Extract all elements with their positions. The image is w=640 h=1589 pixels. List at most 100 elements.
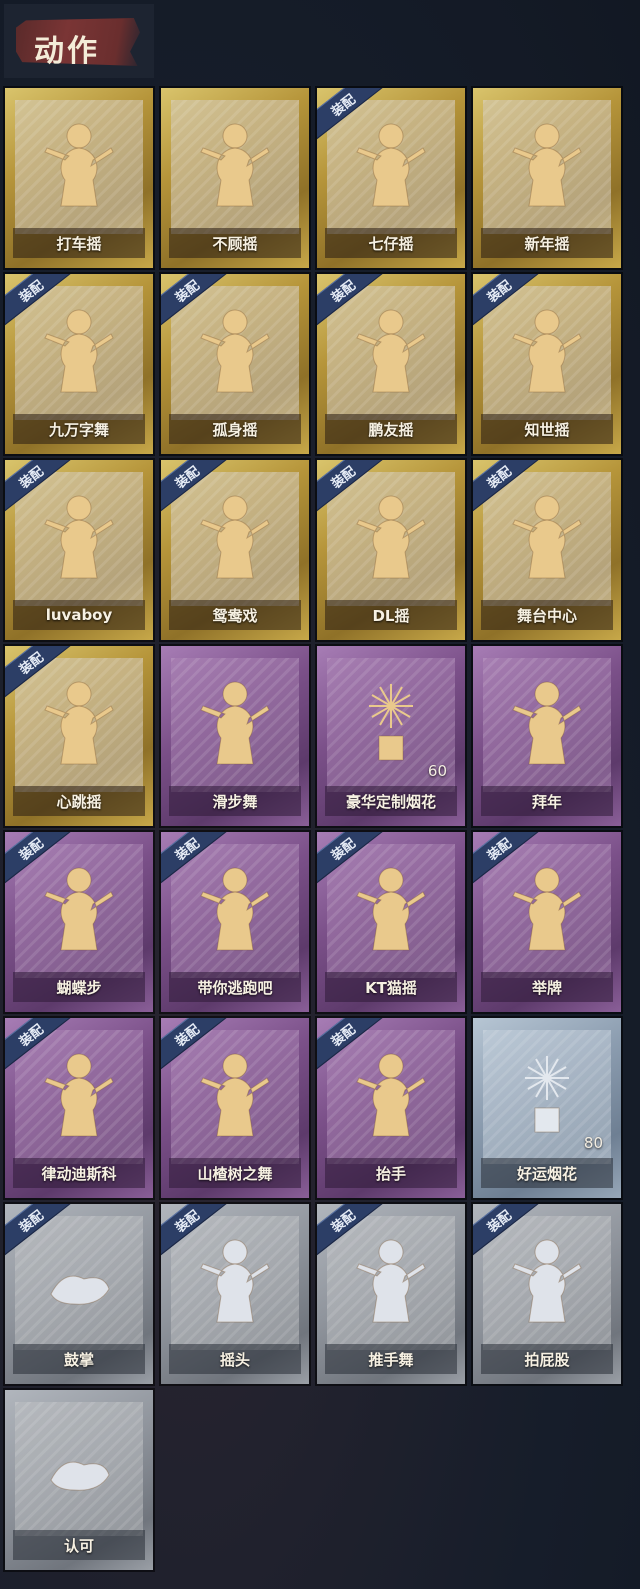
dance-pose-icon bbox=[44, 123, 114, 207]
emote-card[interactable]: 鹏友摇 装配 bbox=[317, 274, 465, 454]
emote-card[interactable]: 推手舞 装配 bbox=[317, 1204, 465, 1384]
label-bar: 七仔摇 bbox=[325, 228, 457, 258]
emote-card[interactable]: 山楂树之舞 装配 bbox=[161, 1018, 309, 1198]
dance-pose-icon bbox=[44, 495, 114, 579]
clap-icon bbox=[50, 1275, 110, 1305]
label-bar: 认可 bbox=[13, 1530, 145, 1560]
label-bar: luvaboy bbox=[13, 600, 145, 630]
emote-label: 拜年 bbox=[531, 792, 562, 811]
emote-label: 抬手 bbox=[375, 1164, 406, 1183]
label-bar: 心跳摇 bbox=[13, 786, 145, 816]
emote-label: 鼓掌 bbox=[63, 1350, 94, 1369]
emote-label: 打车摇 bbox=[56, 234, 102, 253]
emote-card[interactable]: 带你逃跑吧 装配 bbox=[161, 832, 309, 1012]
emote-label: 七仔摇 bbox=[368, 234, 414, 253]
emote-card[interactable]: 蝴蝶步 装配 bbox=[5, 832, 153, 1012]
dance-pose-icon bbox=[44, 681, 114, 765]
label-bar: 鸳鸯戏 bbox=[169, 600, 301, 630]
emote-card[interactable]: 摇头 装配 bbox=[161, 1204, 309, 1384]
emote-label: 拍屁股 bbox=[524, 1350, 570, 1369]
label-bar: 滑步舞 bbox=[169, 786, 301, 816]
thumbs-up-icon bbox=[50, 1461, 110, 1491]
dance-pose-icon bbox=[512, 123, 582, 207]
label-bar: 蝴蝶步 bbox=[13, 972, 145, 1002]
emote-label: 孤身摇 bbox=[212, 420, 258, 439]
emote-label: 摇头 bbox=[219, 1350, 250, 1369]
label-bar: 山楂树之舞 bbox=[169, 1158, 301, 1188]
emote-card[interactable]: KT猫摇 装配 bbox=[317, 832, 465, 1012]
emote-card[interactable]: 认可 bbox=[5, 1390, 153, 1570]
emote-card[interactable]: luvaboy 装配 bbox=[5, 460, 153, 640]
firework-box-icon bbox=[369, 684, 413, 761]
dance-pose-icon bbox=[200, 681, 270, 765]
emote-card[interactable]: 鼓掌 装配 bbox=[5, 1204, 153, 1384]
label-bar: 带你逃跑吧 bbox=[169, 972, 301, 1002]
emote-card[interactable]: 拍屁股 装配 bbox=[473, 1204, 621, 1384]
label-bar: 知世摇 bbox=[481, 414, 613, 444]
emote-card[interactable]: 心跳摇 装配 bbox=[5, 646, 153, 826]
emote-card[interactable]: 新年摇 bbox=[473, 88, 621, 268]
dance-pose-icon bbox=[512, 495, 582, 579]
emote-card[interactable]: 60 豪华定制烟花 bbox=[317, 646, 465, 826]
emote-label: 鹏友摇 bbox=[368, 420, 414, 439]
dance-pose-icon bbox=[200, 495, 270, 579]
label-bar: 推手舞 bbox=[325, 1344, 457, 1374]
dance-pose-icon bbox=[356, 867, 426, 951]
emote-label: 新年摇 bbox=[524, 234, 570, 253]
emote-card[interactable]: 滑步舞 bbox=[161, 646, 309, 826]
push-hands-icon bbox=[356, 1239, 426, 1323]
emote-label: 心跳摇 bbox=[56, 792, 102, 811]
dance-pose-icon bbox=[200, 123, 270, 207]
emote-label: 律动迪斯科 bbox=[41, 1164, 117, 1183]
emote-grid: 打车摇 不顾摇 七仔摇 装配新年摇九万字舞 装配 孤身摇 装配 鹏友摇 装配 知世摇 装配 luvab… bbox=[5, 88, 621, 1570]
emote-label: KT猫摇 bbox=[365, 978, 417, 997]
emote-card[interactable]: DL摇 装配 bbox=[317, 460, 465, 640]
emote-card[interactable]: 举牌 装配 bbox=[473, 832, 621, 1012]
emote-label: 九万字舞 bbox=[48, 420, 109, 439]
dance-pose-icon bbox=[44, 1053, 114, 1137]
emote-card[interactable]: 打车摇 bbox=[5, 88, 153, 268]
emote-label: 推手舞 bbox=[368, 1350, 414, 1369]
label-bar: 拜年 bbox=[481, 786, 613, 816]
label-bar: 律动迪斯科 bbox=[13, 1158, 145, 1188]
emote-card[interactable]: 律动迪斯科 装配 bbox=[5, 1018, 153, 1198]
slap-icon bbox=[512, 1239, 582, 1323]
label-bar: 孤身摇 bbox=[169, 414, 301, 444]
emote-card[interactable]: 九万字舞 装配 bbox=[5, 274, 153, 454]
emote-label: 不顾摇 bbox=[212, 234, 258, 253]
dance-pose-icon bbox=[44, 309, 114, 393]
dance-pose-icon bbox=[356, 309, 426, 393]
emote-label: 鸳鸯戏 bbox=[212, 606, 258, 625]
emote-label: 举牌 bbox=[531, 978, 562, 997]
emote-card[interactable]: 抬手 装配 bbox=[317, 1018, 465, 1198]
quantity-count: 60 bbox=[427, 762, 447, 780]
emote-card[interactable]: 舞台中心 装配 bbox=[473, 460, 621, 640]
emote-label: 蝴蝶步 bbox=[56, 978, 102, 997]
emote-label: DL摇 bbox=[372, 606, 410, 625]
label-bar: 舞台中心 bbox=[481, 600, 613, 630]
emote-card[interactable]: 拜年 bbox=[473, 646, 621, 826]
label-bar: 新年摇 bbox=[481, 228, 613, 258]
section-header: 动作 bbox=[4, 4, 154, 78]
emote-card[interactable]: 不顾摇 bbox=[161, 88, 309, 268]
section-title: 动作 bbox=[34, 34, 100, 69]
shake-head-icon bbox=[200, 1239, 270, 1323]
emote-label: 认可 bbox=[63, 1536, 94, 1555]
emote-card[interactable]: 知世摇 装配 bbox=[473, 274, 621, 454]
dance-pose-icon bbox=[356, 123, 426, 207]
emote-label: 滑步舞 bbox=[212, 792, 258, 811]
label-bar: 好运烟花 bbox=[481, 1158, 613, 1188]
quantity-count: 80 bbox=[583, 1134, 603, 1152]
bow-greeting-icon bbox=[512, 681, 582, 765]
label-bar: 拍屁股 bbox=[481, 1344, 613, 1374]
emote-label: 好运烟花 bbox=[516, 1164, 577, 1183]
label-bar: 摇头 bbox=[169, 1344, 301, 1374]
emote-card[interactable]: 孤身摇 装配 bbox=[161, 274, 309, 454]
label-bar: 鹏友摇 bbox=[325, 414, 457, 444]
emote-card[interactable]: 80 好运烟花 bbox=[473, 1018, 621, 1198]
emote-label: 舞台中心 bbox=[516, 606, 577, 625]
emote-card[interactable]: 鸳鸯戏 装配 bbox=[161, 460, 309, 640]
hold-sign-icon bbox=[512, 867, 582, 951]
emote-card[interactable]: 七仔摇 装配 bbox=[317, 88, 465, 268]
emote-label: 知世摇 bbox=[524, 420, 570, 439]
